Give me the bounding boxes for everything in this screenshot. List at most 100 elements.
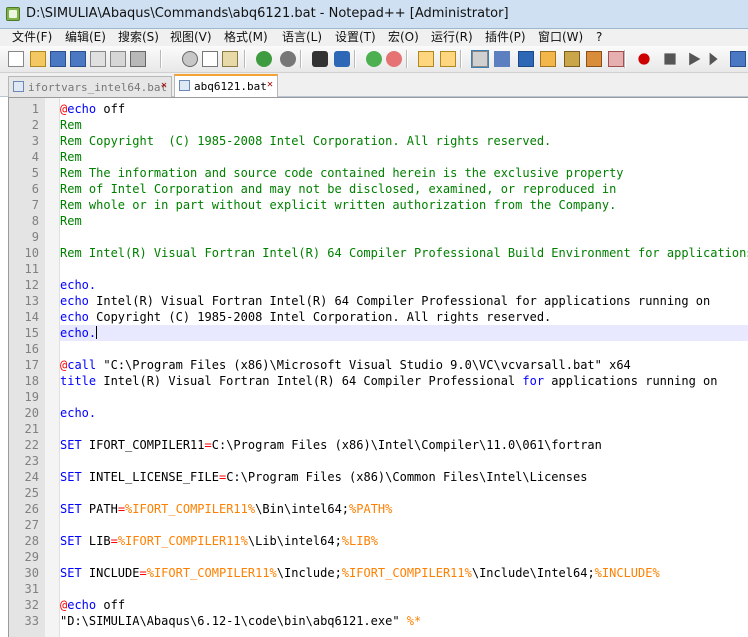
open-file-icon[interactable] xyxy=(30,51,46,67)
zoom-out-icon[interactable] xyxy=(386,51,402,67)
menu-item-0[interactable]: 文件(F) xyxy=(12,29,52,45)
monitoring-icon[interactable] xyxy=(608,51,624,67)
code-line[interactable]: Rem of Intel Corporation and may not be … xyxy=(60,181,616,197)
toolbar-separator xyxy=(160,50,162,68)
close-icon[interactable] xyxy=(90,51,106,67)
code-line[interactable]: Rem xyxy=(60,149,82,165)
save-all-icon[interactable] xyxy=(70,51,86,67)
menu-item-10[interactable]: 窗口(W) xyxy=(538,29,583,45)
code-line[interactable]: Rem Intel(R) Visual Fortran Intel(R) 64 … xyxy=(60,245,748,261)
indent-guide-icon[interactable] xyxy=(518,51,534,67)
code-line[interactable]: echo Copyright (C) 1985-2008 Intel Corpo… xyxy=(60,309,551,325)
tab-label: abq6121.bat xyxy=(194,80,267,93)
menu-item-2[interactable]: 搜索(S) xyxy=(118,29,159,45)
tab-abq6121[interactable]: abq6121.bat ✕ xyxy=(174,74,278,97)
code-line[interactable]: SET INCLUDE=%IFORT_COMPILER11%\Include;%… xyxy=(60,565,660,581)
code-token: = xyxy=(117,502,126,516)
code-line[interactable]: echo. xyxy=(60,325,98,341)
sync-vertical-icon[interactable] xyxy=(418,51,434,67)
line-number: 5 xyxy=(31,166,39,180)
cut-icon[interactable] xyxy=(182,51,198,67)
code-token: IFORT_COMPILER11 xyxy=(81,438,205,452)
sync-horizontal-icon[interactable] xyxy=(440,51,456,67)
code-line[interactable]: Rem xyxy=(60,213,82,229)
line-number: 7 xyxy=(31,198,39,212)
code-line[interactable]: Rem xyxy=(60,117,82,133)
line-number: 24 xyxy=(24,470,39,484)
line-number: 21 xyxy=(24,422,39,436)
editor-pane[interactable]: 1 @echo off 2 Rem 3 Rem Copyright (C) 1985-20… xyxy=(8,97,748,637)
new-file-icon[interactable] xyxy=(8,51,24,67)
code-line[interactable]: echo. xyxy=(60,277,96,293)
code-line[interactable]: Rem The information and source code cont… xyxy=(60,165,624,181)
menu-item-11[interactable]: ? xyxy=(596,29,602,45)
line-number: 15 xyxy=(24,326,39,340)
code-line[interactable]: title Intel(R) Visual Fortran Intel(R) 6… xyxy=(60,373,717,389)
fold-margin[interactable] xyxy=(45,98,60,637)
code-line[interactable]: echo Intel(R) Visual Fortran Intel(R) 64… xyxy=(60,293,710,309)
menu-item-7[interactable]: 宏(O) xyxy=(388,29,419,45)
tab-close-icon[interactable]: ✕ xyxy=(265,80,275,90)
save-icon[interactable] xyxy=(50,51,66,67)
redo-icon[interactable] xyxy=(280,51,296,67)
menu-item-8[interactable]: 运行(R) xyxy=(431,29,473,45)
code-line[interactable]: @call "C:\Program Files (x86)\Microsoft … xyxy=(60,357,631,373)
menu-item-6[interactable]: 设置(T) xyxy=(335,29,376,45)
code-token: LIB xyxy=(81,534,111,548)
folder-workspace-icon[interactable] xyxy=(586,51,602,67)
word-wrap-icon[interactable] xyxy=(471,50,489,68)
code-token: for xyxy=(522,374,545,388)
menu-item-1[interactable]: 编辑(E) xyxy=(65,29,106,45)
code-token: SET xyxy=(60,566,82,580)
code-token: echo xyxy=(67,102,97,116)
zoom-in-icon[interactable] xyxy=(366,51,382,67)
find-icon[interactable] xyxy=(312,51,328,67)
code-token: echo xyxy=(60,294,89,308)
tab-ifortvars[interactable]: ifortvars_intel64.bat ✕ xyxy=(8,76,172,97)
code-line[interactable]: @echo off xyxy=(60,597,125,613)
replace-icon[interactable] xyxy=(334,51,350,67)
code-line[interactable]: SET LIB=%IFORT_COMPILER11%\Lib\intel64;%… xyxy=(60,533,378,549)
undo-icon[interactable] xyxy=(256,51,272,67)
show-all-chars-icon[interactable] xyxy=(494,51,510,67)
run-macro-multiple-icon[interactable] xyxy=(709,52,718,66)
code-token: echo. xyxy=(60,326,97,340)
doc-map-icon[interactable] xyxy=(540,51,556,67)
code-token: \Include; xyxy=(276,566,342,580)
record-macro-icon[interactable] xyxy=(638,53,650,65)
code-line[interactable]: SET IFORT_COMPILER11=C:\Program Files (x… xyxy=(60,437,602,453)
menu-item-3[interactable]: 视图(V) xyxy=(170,29,212,45)
code-line[interactable]: SET INTEL_LICENSE_FILE=C:\Program Files … xyxy=(60,469,587,485)
line-number: 28 xyxy=(24,534,39,548)
code-token: echo. xyxy=(60,278,97,292)
line-number: 33 xyxy=(24,614,39,628)
play-macro-icon[interactable] xyxy=(689,52,701,66)
code-token: Rem whole or in part without explicit wr… xyxy=(60,198,617,212)
code-line[interactable]: "D:\SIMULIA\Abaqus\6.12-1\code\bin\abq61… xyxy=(60,613,421,629)
stop-macro-icon[interactable] xyxy=(664,53,676,65)
code-line[interactable]: SET PATH=%IFORT_COMPILER11%\Bin\intel64;… xyxy=(60,501,392,517)
menu-item-9[interactable]: 插件(P) xyxy=(485,29,526,45)
code-line[interactable]: @echo off xyxy=(60,101,125,117)
code-token: PATH xyxy=(81,502,118,516)
close-all-icon[interactable] xyxy=(110,51,126,67)
menu-item-5[interactable]: 语言(L) xyxy=(282,29,322,45)
code-token: Intel(R) Visual Fortran Intel(R) 64 Comp… xyxy=(96,374,523,388)
code-token: = xyxy=(139,566,147,580)
code-token: INTEL_LICENSE_FILE xyxy=(81,470,219,484)
code-line[interactable]: echo. xyxy=(60,405,96,421)
menu-bar: 文件(F) 编辑(E) 搜索(S) 视图(V) 格式(M) 语言(L) 设置(T) 宏(O) 运… xyxy=(0,29,748,46)
code-line[interactable]: Rem whole or in part without explicit wr… xyxy=(60,197,616,213)
code-token: Rem of Intel Corporation and may not be … xyxy=(60,182,617,196)
tab-close-icon[interactable]: ✕ xyxy=(159,81,169,91)
code-token: %IFORT_COMPILER11% xyxy=(341,566,472,580)
code-token: SET xyxy=(60,470,82,484)
print-icon[interactable] xyxy=(130,51,146,67)
code-line[interactable]: Rem Copyright (C) 1985-2008 Intel Corpor… xyxy=(60,133,551,149)
function-list-icon[interactable] xyxy=(564,51,580,67)
paste-icon[interactable] xyxy=(222,51,238,67)
copy-icon[interactable] xyxy=(202,51,218,67)
save-macro-icon[interactable] xyxy=(730,51,746,67)
code-token: Rem Intel(R) Visual Fortran Intel(R) 64 … xyxy=(60,246,748,260)
menu-item-4[interactable]: 格式(M) xyxy=(224,29,268,45)
